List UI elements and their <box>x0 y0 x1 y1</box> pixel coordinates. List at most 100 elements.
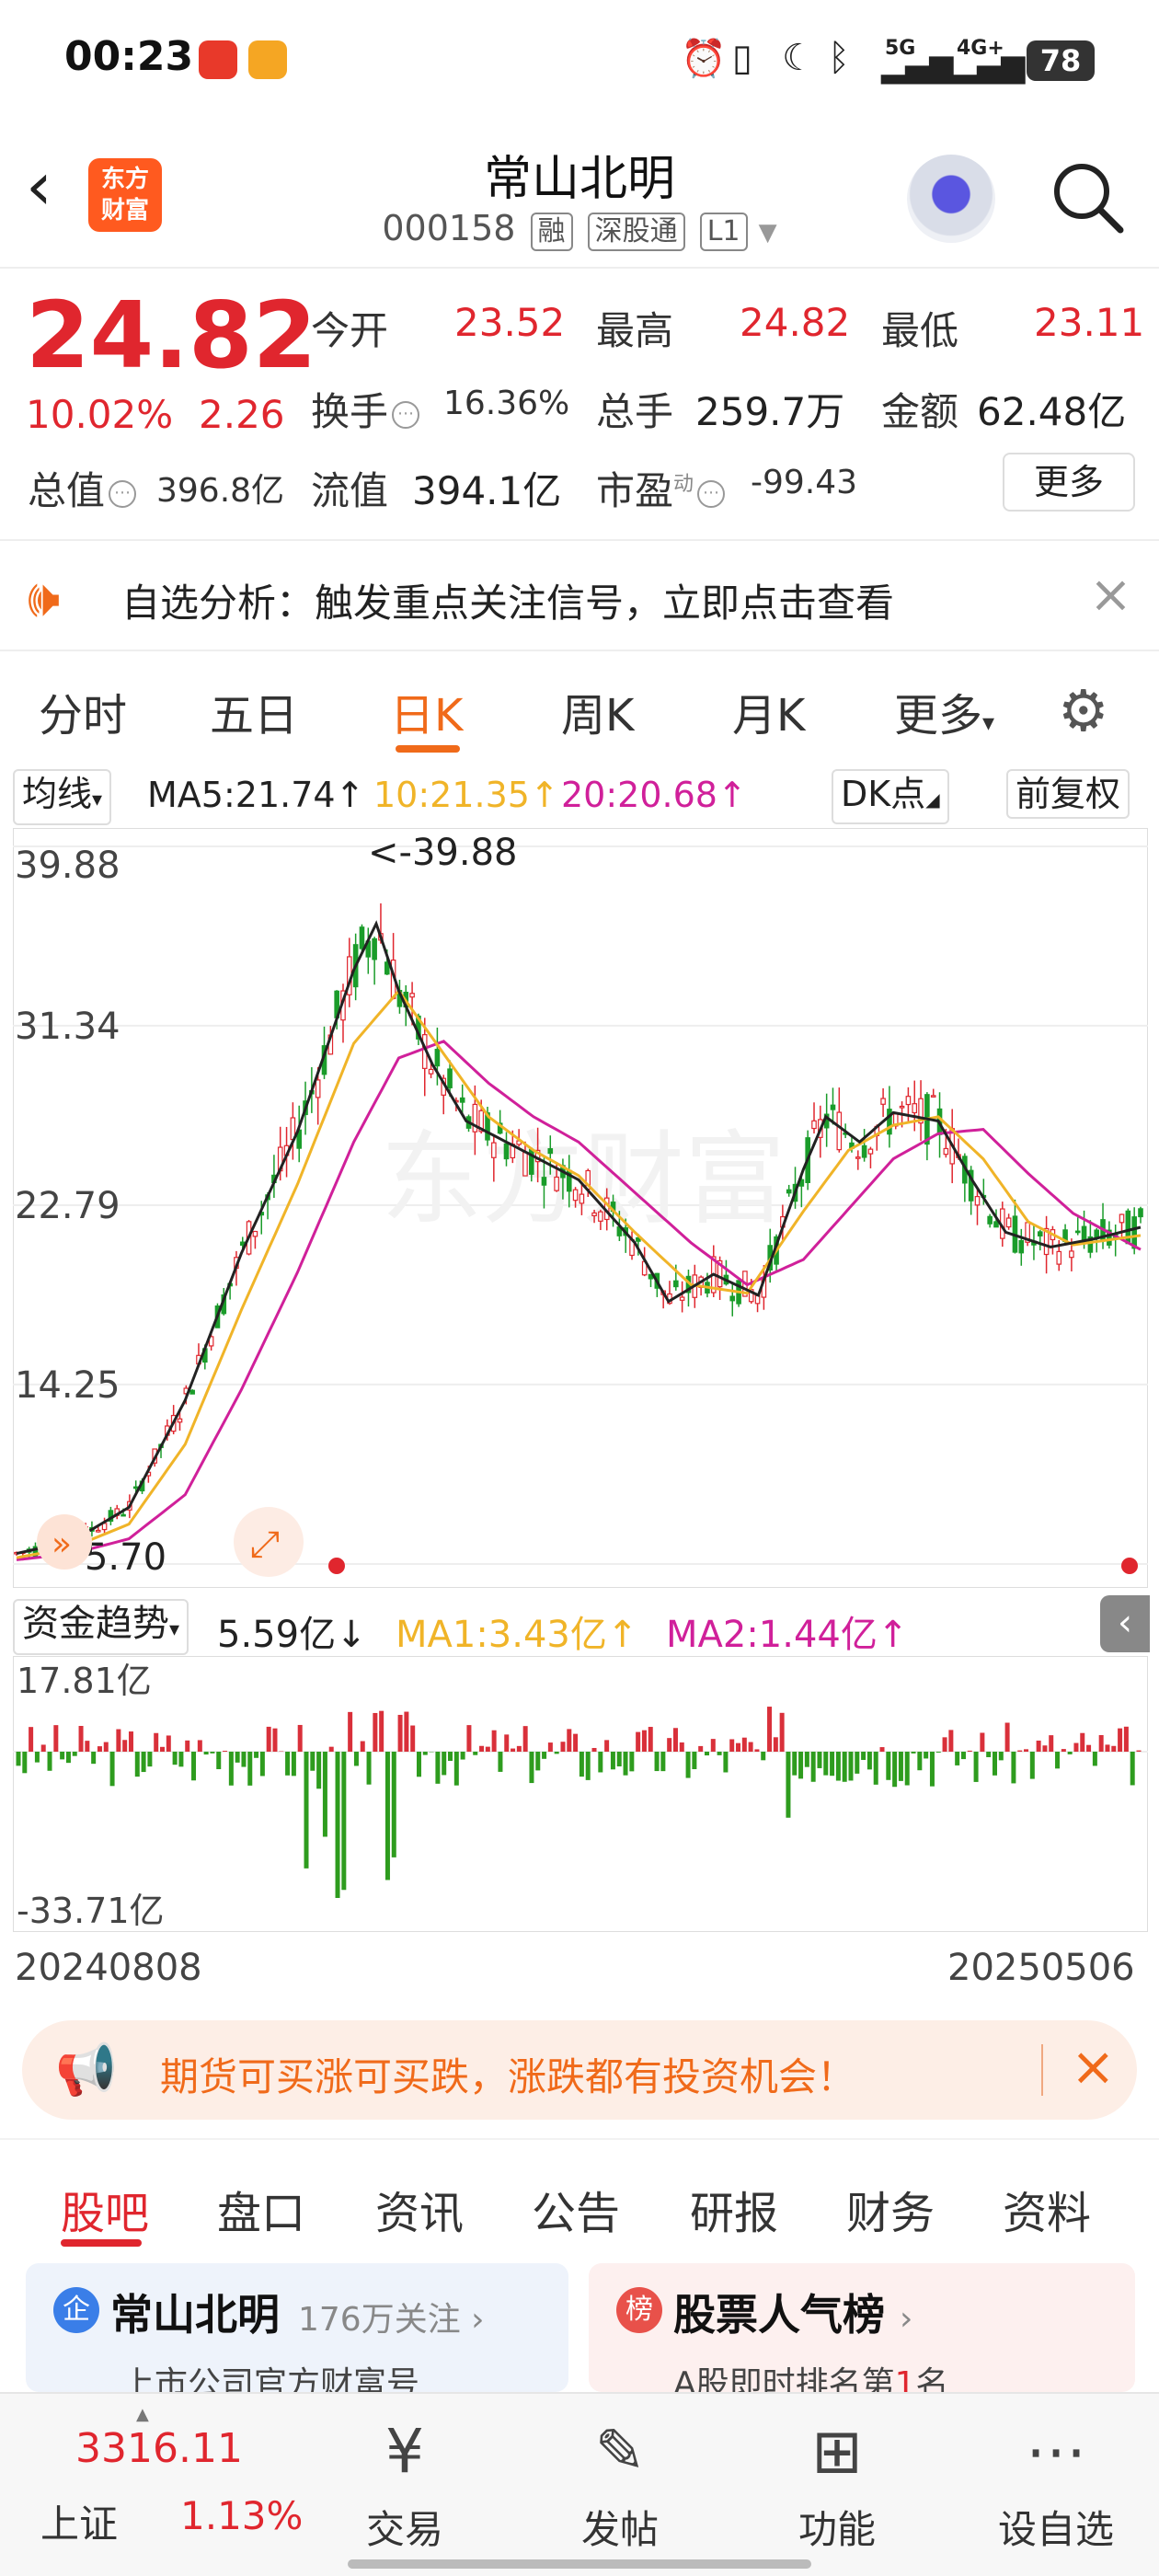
flow-bar <box>810 1752 816 1782</box>
flow-bar <box>667 1738 672 1752</box>
ma20-value: 20:20.68↑ <box>561 775 747 815</box>
moon-icon: ☾ <box>782 37 815 79</box>
dk-button[interactable]: DK点◢ <box>832 769 949 824</box>
flow-bar <box>942 1737 947 1752</box>
chevron-down-icon-2: ▾ <box>982 709 995 737</box>
ma-row: 均线▾ MA5:21.74↑ 10:21.35↑ 20:20.68↑ DK点◢ … <box>0 764 1159 825</box>
index-name[interactable]: 上证 <box>40 2493 118 2549</box>
flow-min-label: -33.71亿 <box>17 1891 165 1931</box>
search-icon[interactable] <box>1049 158 1126 236</box>
tab-more[interactable]: 更多▾ <box>894 679 994 743</box>
candle-body <box>1094 1229 1100 1238</box>
flow-bar <box>235 1752 240 1763</box>
flow-bar <box>960 1752 966 1760</box>
close-icon-2[interactable]: × <box>1071 2035 1116 2098</box>
candle-body <box>359 926 365 949</box>
nav-trade[interactable]: ¥ 交易 <box>331 2410 478 2555</box>
flow-bar <box>122 1740 128 1752</box>
tab-monthly-k[interactable]: 月K <box>732 679 805 743</box>
dk-label: DK点 <box>841 774 926 814</box>
flow-bar <box>166 1735 171 1752</box>
flow-bar <box>272 1728 278 1752</box>
flow-bar <box>604 1740 610 1752</box>
index-value[interactable]: 3316.11 <box>75 2425 243 2472</box>
nav-add-watchlist[interactable]: ⋯ 设自选 <box>982 2410 1130 2555</box>
nav-post[interactable]: ✎ 发帖 <box>546 2410 694 2555</box>
fund-flow-chart[interactable]: 17.81亿 -33.71亿 <box>13 1656 1148 1932</box>
flow-bar <box>316 1752 322 1789</box>
gear-icon[interactable]: ⚙ <box>1058 677 1109 744</box>
chevron-down-icon: ▼ <box>758 219 777 247</box>
flow-bar <box>410 1725 416 1752</box>
collapse-panel-button[interactable]: ‹ <box>1100 1595 1150 1652</box>
tab-intraday[interactable]: 分时 <box>39 679 127 743</box>
company-account-card[interactable]: 企 常山北明 176万关注 › 上市公司官方财富号 <box>26 2263 568 2392</box>
mktcap-value: 396.8亿 <box>156 472 285 510</box>
candle-body <box>1018 1239 1025 1254</box>
rank-card-title: 股票人气榜 › <box>673 2282 912 2342</box>
turnover-label[interactable]: 换手 ⋯ <box>311 381 423 437</box>
candle-body <box>491 1142 497 1158</box>
tab-announcements[interactable]: 公告 <box>532 2177 620 2241</box>
double-chevron-icon: » <box>52 1525 72 1563</box>
candle-body <box>547 1148 554 1155</box>
flow-bar <box>379 1710 384 1752</box>
assistant-robot-icon[interactable] <box>907 155 995 243</box>
tab-orderbook[interactable]: 盘口 <box>217 2177 305 2241</box>
candle-body <box>434 1048 441 1067</box>
tab-research[interactable]: 研报 <box>690 2177 778 2241</box>
candle-body <box>679 1296 685 1301</box>
tab-profile[interactable]: 资料 <box>1003 2177 1091 2241</box>
pe-label[interactable]: 市盈动 ⋯ <box>596 460 729 516</box>
adjust-button[interactable]: 前复权 <box>1006 769 1130 819</box>
flow-bar <box>579 1752 584 1777</box>
tab-daily-k[interactable]: 日K <box>390 679 463 743</box>
flow-bar <box>78 1725 84 1752</box>
ma-selector-label: 均线 <box>22 774 93 814</box>
close-icon[interactable]: × <box>1089 565 1132 625</box>
alert-bar[interactable]: 🕪 自选分析：触发重点关注信号，立即点击查看 × <box>0 539 1159 651</box>
tab-five-day[interactable]: 五日 <box>210 679 298 743</box>
flow-bar <box>986 1752 992 1757</box>
chart-tabs: 分时 五日 日K 周K 月K 更多▾ ⚙ <box>0 651 1159 760</box>
chevron-down-icon-3: ▾ <box>92 788 103 811</box>
flow-bar <box>817 1752 822 1768</box>
ma-selector[interactable]: 均线▾ <box>13 769 112 825</box>
promo-banner[interactable]: 📢 期货可买涨可买跌，涨跌都有投资机会！ × <box>22 2020 1137 2120</box>
candle-body <box>541 1177 547 1186</box>
tab-forum[interactable]: 股吧 <box>61 2177 149 2241</box>
index-percent[interactable]: 1.13% <box>180 2493 303 2538</box>
fund-flow-value: 5.59亿↓ <box>217 1604 367 1658</box>
promo-text: 期货可买涨可买跌，涨跌都有投资机会！ <box>160 2054 856 2099</box>
fund-flow-selector[interactable]: 资金趋势▾ <box>13 1599 189 1655</box>
nav-functions[interactable]: ⊞ 功能 <box>763 2410 911 2555</box>
flow-bar <box>573 1733 579 1752</box>
candle-body <box>591 1212 597 1217</box>
flow-bar <box>1130 1752 1135 1786</box>
more-quote-button[interactable]: 更多 <box>1003 453 1135 512</box>
flow-bar <box>128 1731 133 1752</box>
flow-bar <box>1049 1735 1054 1752</box>
tab-news[interactable]: 资讯 <box>375 2177 464 2241</box>
flow-bar <box>873 1752 878 1785</box>
flow-bar <box>473 1752 478 1755</box>
candle-body <box>372 937 377 960</box>
flow-bar <box>648 1727 653 1752</box>
candle-body <box>447 1068 453 1088</box>
kline-chart[interactable]: 东方财富 39.8831.3422.7914.25 <-39.88 <-5.70… <box>13 828 1148 1588</box>
candle-body <box>459 1097 465 1103</box>
fullscreen-glyph: ⤢ <box>250 1524 280 1566</box>
popularity-rank-card[interactable]: 榜 股票人气榜 › A股即时排名第1名 <box>589 2263 1135 2392</box>
down-arrow-icon: ↓ <box>336 1614 367 1656</box>
flow-bar <box>924 1752 929 1759</box>
flow-bar <box>529 1752 534 1784</box>
candle-body <box>673 1280 679 1288</box>
tab-weekly-k[interactable]: 周K <box>561 679 634 743</box>
mktcap-label[interactable]: 总值 ⋯ <box>28 460 140 516</box>
tab-financials[interactable]: 财务 <box>846 2177 935 2241</box>
flow-frame <box>13 1656 1148 1932</box>
flow-bar <box>798 1752 804 1779</box>
flow-bar <box>85 1741 90 1752</box>
open-value: 23.52 <box>454 300 566 345</box>
flow-bar <box>216 1752 222 1770</box>
